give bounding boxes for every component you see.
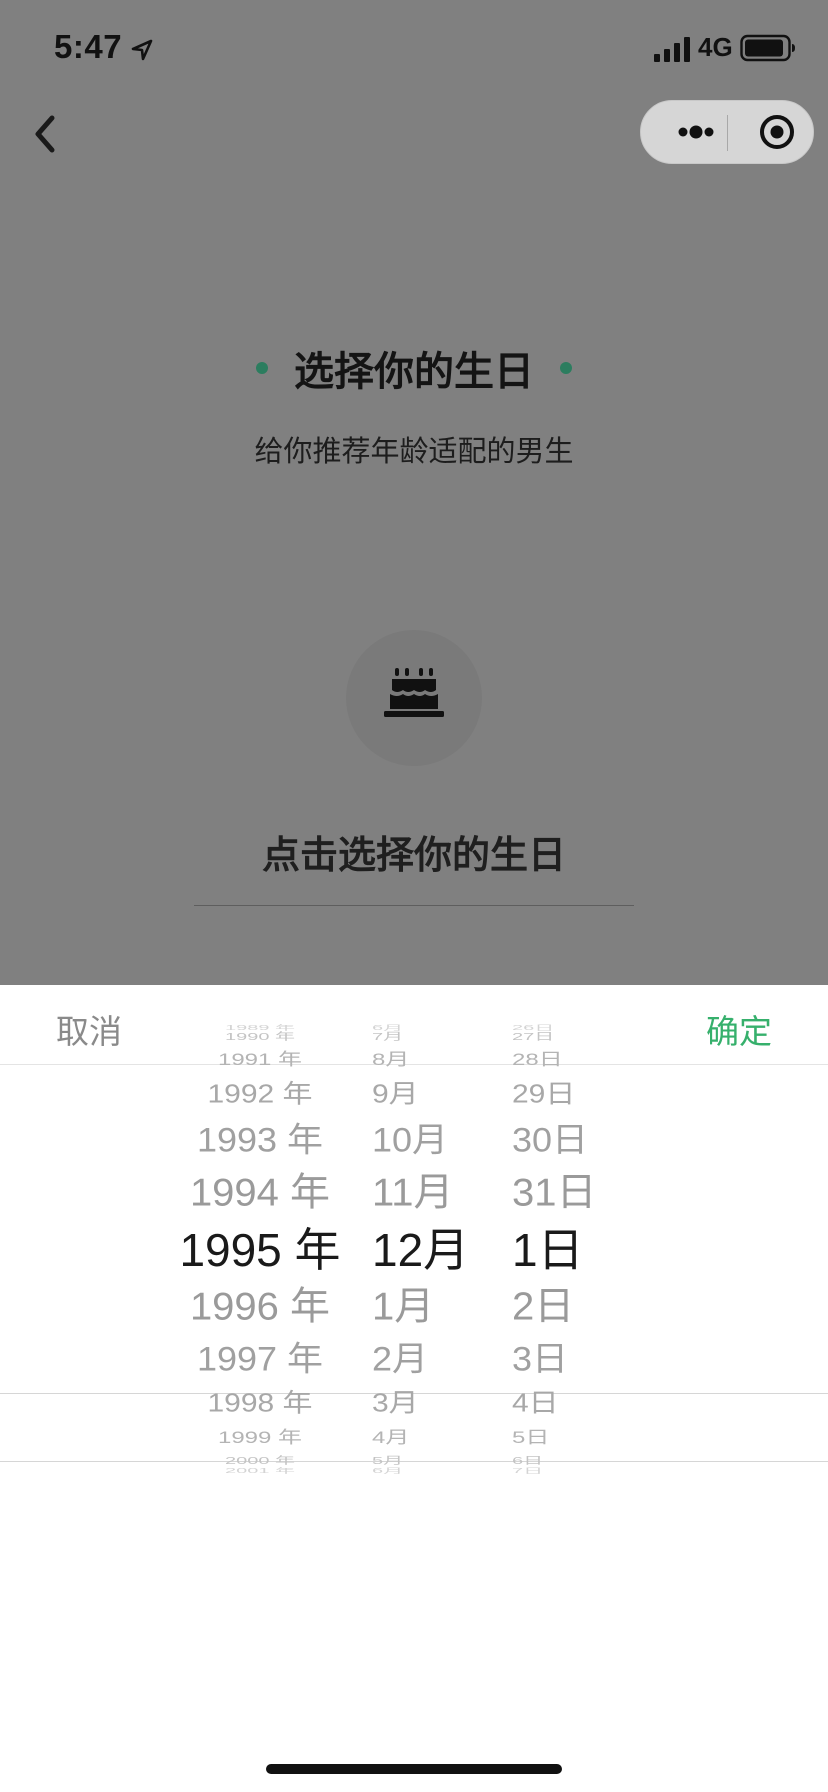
picker-option[interactable]: 3日 [500, 1342, 650, 1376]
cancel-button[interactable]: 取消 [56, 1005, 122, 1053]
signal-bars-icon [654, 37, 690, 62]
pick-birthday-button[interactable]: 点击选择你的生日 [0, 824, 828, 879]
location-arrow-icon [131, 39, 153, 61]
picker-option[interactable]: 1993 年 [150, 1123, 370, 1157]
picker-option-selected[interactable]: 12月 [360, 1227, 490, 1273]
mini-program-close-icon[interactable] [747, 101, 807, 163]
confirm-button[interactable]: 确定 [706, 1005, 772, 1053]
picker-option[interactable]: 2月 [360, 1342, 490, 1376]
picker-option[interactable]: 5月 [360, 1456, 490, 1466]
picker-option[interactable]: 7月 [360, 1032, 490, 1042]
picker-option[interactable]: 30日 [500, 1123, 650, 1157]
capsule-divider [727, 115, 728, 151]
status-time: 5:47 [54, 28, 123, 65]
chevron-left-icon[interactable] [24, 106, 68, 162]
battery-icon [740, 34, 795, 62]
title-dot-left [256, 362, 268, 374]
picker-option[interactable]: 28日 [500, 1051, 650, 1069]
picker-option[interactable]: 9月 [360, 1082, 490, 1108]
picker-option[interactable]: 4月 [360, 1429, 490, 1447]
picker-option[interactable]: 8月 [360, 1051, 490, 1069]
picker-option[interactable]: 1998 年 [150, 1391, 370, 1417]
picker-option[interactable]: 1月 [360, 1287, 490, 1326]
cake-avatar[interactable] [346, 630, 482, 766]
picker-option[interactable]: 1992 年 [150, 1082, 370, 1108]
picker-option[interactable]: 10月 [360, 1123, 490, 1157]
picker-option[interactable]: 1996 年 [150, 1287, 370, 1326]
picker-option[interactable]: 1994 年 [150, 1173, 370, 1212]
home-indicator [266, 1764, 562, 1774]
picker-option[interactable]: 1999 年 [150, 1429, 370, 1447]
picker-option[interactable]: 27日 [500, 1032, 650, 1042]
page-subtitle: 给你推荐年龄适配的男生 [254, 434, 574, 468]
picker-option[interactable]: 1989 年 [150, 1025, 370, 1032]
picker-option[interactable]: 6日 [500, 1456, 650, 1466]
date-picker-sheet: 取消 确定 1989 年 1990 年 1991 年 1992 年 1993 年 1994… [0, 985, 828, 1792]
day-wheel[interactable]: 26日 27日 28日 29日 30日 31日 1日 2日 3日 4日 5日 6日 7日 [500, 985, 650, 1792]
picker-option[interactable]: 2日 [500, 1287, 650, 1326]
picker-option[interactable]: 5日 [500, 1429, 650, 1447]
picker-option[interactable]: 2000 年 [150, 1456, 370, 1466]
picker-option-selected[interactable]: 1日 [500, 1227, 650, 1273]
mini-program-capsule [640, 100, 814, 164]
pick-underline [194, 905, 634, 906]
picker-option[interactable]: 1990 年 [150, 1032, 370, 1042]
birthday-cake-icon [384, 668, 444, 717]
picker-option[interactable]: 1997 年 [150, 1342, 370, 1376]
picker-option[interactable]: 6月 [360, 1025, 490, 1032]
picker-option-selected[interactable]: 1995 年 [150, 1227, 370, 1273]
picker-option[interactable]: 11月 [360, 1173, 490, 1212]
picker-option[interactable]: 2001 年 [150, 1468, 370, 1475]
status-bar: 5:47 4G [0, 0, 828, 96]
network-type: 4G [698, 32, 733, 62]
title-row: 选择你的生日 [0, 340, 828, 396]
picker-option[interactable]: 6月 [360, 1468, 490, 1475]
title-dot-right [560, 362, 572, 374]
month-wheel[interactable]: 6月 7月 8月 9月 10月 11月 12月 1月 2月 3月 4月 5月 6月 [360, 985, 490, 1792]
picker-option[interactable]: 7日 [500, 1468, 650, 1475]
picker-option[interactable]: 4日 [500, 1391, 650, 1417]
picker-option[interactable]: 31日 [500, 1173, 650, 1212]
more-dots-icon[interactable] [661, 101, 731, 163]
year-wheel[interactable]: 1989 年 1990 年 1991 年 1992 年 1993 年 1994 年 1995… [150, 985, 370, 1792]
picker-option[interactable]: 29日 [500, 1082, 650, 1108]
page-title: 选择你的生日 [294, 348, 534, 395]
picker-option[interactable]: 26日 [500, 1025, 650, 1032]
picker-option[interactable]: 1991 年 [150, 1051, 370, 1069]
picker-option[interactable]: 3月 [360, 1391, 490, 1417]
